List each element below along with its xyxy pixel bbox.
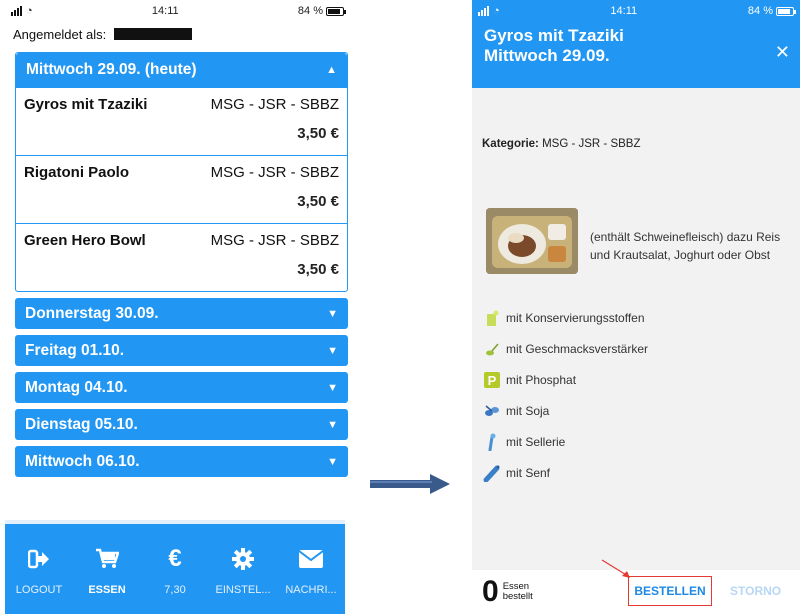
meal-photo xyxy=(486,208,578,274)
battery-icon xyxy=(775,6,796,16)
order-count-label: Essen bestellt xyxy=(502,581,533,602)
nav-label: NACHRI... xyxy=(285,584,337,596)
logout-icon xyxy=(28,546,50,572)
mustard-icon xyxy=(482,463,502,483)
nav-logout[interactable]: LOGOUT xyxy=(7,546,71,596)
day-label: Montag 04.10. xyxy=(25,378,128,396)
additive-item: P mit Phosphat xyxy=(482,364,648,395)
meal-item[interactable]: Green Hero Bowl MSG - JSR - SBBZ 3,50 € xyxy=(16,223,347,291)
caret-down-icon: ▼ xyxy=(327,418,338,431)
nav-essen[interactable]: ESSEN xyxy=(75,546,139,596)
additives-list: mit Konservierungsstoffen mit Geschmacks… xyxy=(482,302,648,488)
additive-item: mit Konservierungsstoffen xyxy=(482,302,648,333)
additive-item: mit Senf xyxy=(482,457,648,488)
day-panel-open: Mittwoch 29.09. (heute) ▲ Gyros mit Tzaz… xyxy=(15,52,348,292)
close-icon[interactable]: ✕ xyxy=(775,42,790,63)
day-header-today[interactable]: Mittwoch 29.09. (heute) ▲ xyxy=(16,53,347,87)
meal-item[interactable]: Gyros mit Tzaziki MSG - JSR - SBBZ 3,50 … xyxy=(16,87,347,155)
bottom-navigation: LOGOUT ESSEN € 7,30 EINSTEL... NACHRI... xyxy=(5,520,345,614)
wifi-icon: ◔ xyxy=(493,5,500,17)
meal-price: 3,50 € xyxy=(297,125,339,142)
nav-label: ESSEN xyxy=(88,584,126,596)
additive-label: mit Sellerie xyxy=(506,434,566,449)
caret-down-icon: ▼ xyxy=(327,307,338,320)
signal-icon xyxy=(478,6,489,16)
detail-body: Kategorie: MSG - JSR - SBBZ (enthält Sch… xyxy=(472,88,800,570)
signal-icon xyxy=(11,6,22,16)
transition-arrow xyxy=(370,474,450,494)
order-button[interactable]: BESTELLEN xyxy=(628,576,712,606)
euro-icon: € xyxy=(168,545,182,572)
additive-item: mit Geschmacksverstärker xyxy=(482,333,648,364)
soy-icon xyxy=(482,401,502,421)
nav-label: EINSTEL... xyxy=(215,584,271,596)
celery-icon xyxy=(482,432,502,452)
meal-description: (enthält Schweinefleisch) dazu Reis und … xyxy=(590,230,781,262)
nav-settings[interactable]: EINSTEL... xyxy=(211,546,275,596)
meal-name: Rigatoni Paolo xyxy=(24,164,129,181)
day-label: Donnerstag 30.09. xyxy=(25,304,159,322)
status-bar: ◔ 14:11 84 % xyxy=(5,0,350,22)
envelope-icon xyxy=(298,546,324,572)
meal-date: Mittwoch 29.09. xyxy=(484,46,610,65)
meal-name: Green Hero Bowl xyxy=(24,232,146,249)
meal-price: 3,50 € xyxy=(297,193,339,210)
additive-label: mit Senf xyxy=(506,465,551,480)
nav-balance[interactable]: € 7,30 xyxy=(143,545,207,596)
day-header-collapsed[interactable]: Montag 04.10. ▼ xyxy=(15,372,348,403)
cart-icon xyxy=(95,546,119,572)
detail-footer: 0 Essen bestellt BESTELLEN STORNO xyxy=(472,559,800,614)
nav-label: 7,30 xyxy=(164,584,186,596)
category-label: Kategorie: xyxy=(482,138,539,150)
redacted-username xyxy=(114,28,193,40)
day-header-collapsed[interactable]: Freitag 01.10. ▼ xyxy=(15,335,348,366)
additive-label: mit Konservierungsstoffen xyxy=(506,310,645,325)
wifi-icon: ◔ xyxy=(26,5,33,17)
phone-screen-meal-detail: ◔ 14:11 84 % Gyros mit Tzaziki Mittwoch … xyxy=(472,0,800,614)
meal-title: Gyros mit Tzaziki xyxy=(484,26,624,45)
login-label: Angemeldet als: xyxy=(13,26,107,42)
meal-item[interactable]: Rigatoni Paolo MSG - JSR - SBBZ 3,50 € xyxy=(16,155,347,223)
gear-icon xyxy=(232,546,254,572)
meal-category: MSG - JSR - SBBZ xyxy=(210,164,339,181)
battery-percent: 84 % xyxy=(747,5,773,17)
day-label: Mittwoch 29.09. (heute) xyxy=(26,61,197,78)
additive-item: mit Sellerie xyxy=(482,426,648,457)
additive-label: mit Phosphat xyxy=(506,372,577,387)
day-label: Freitag 01.10. xyxy=(25,341,125,359)
additive-label: mit Geschmacksverstärker xyxy=(506,341,649,356)
preservative-icon xyxy=(482,308,502,328)
storno-button[interactable]: STORNO xyxy=(730,584,781,598)
day-header-collapsed[interactable]: Mittwoch 06.10. ▼ xyxy=(15,446,348,477)
meal-category: MSG - JSR - SBBZ xyxy=(210,232,339,249)
day-label: Mittwoch 06.10. xyxy=(25,452,140,470)
caret-down-icon: ▼ xyxy=(327,455,338,468)
login-status: Angemeldet als: xyxy=(5,22,350,46)
nav-label: LOGOUT xyxy=(15,584,63,596)
meal-category: MSG - JSR - SBBZ xyxy=(210,96,339,113)
battery-percent: 84 % xyxy=(297,5,323,17)
order-count: 0 xyxy=(482,575,499,608)
caret-down-icon: ▼ xyxy=(327,381,338,394)
flavor-enhancer-icon xyxy=(482,339,502,359)
svg-text:P: P xyxy=(488,373,497,388)
status-time: 14:11 xyxy=(610,5,638,17)
meal-category-line: Kategorie: MSG - JSR - SBBZ xyxy=(482,138,640,150)
day-header-collapsed[interactable]: Dienstag 05.10. ▼ xyxy=(15,409,348,440)
additive-item: mit Soja xyxy=(482,395,648,426)
additive-label: mit Soja xyxy=(506,403,550,418)
day-header-collapsed[interactable]: Donnerstag 30.09. ▼ xyxy=(15,298,348,329)
meal-price: 3,50 € xyxy=(297,261,339,278)
caret-down-icon: ▼ xyxy=(327,344,338,357)
meal-name: Gyros mit Tzaziki xyxy=(24,96,148,113)
status-bar: ◔ 14:11 84 % xyxy=(472,0,800,22)
category-value: MSG - JSR - SBBZ xyxy=(542,138,641,150)
battery-icon xyxy=(325,6,346,16)
caret-up-icon: ▲ xyxy=(326,64,337,76)
day-label: Dienstag 05.10. xyxy=(25,415,138,433)
detail-header: Gyros mit Tzaziki Mittwoch 29.09. ✕ xyxy=(472,22,800,88)
nav-messages[interactable]: NACHRI... xyxy=(279,546,343,596)
phosphate-icon: P xyxy=(482,370,502,390)
status-time: 14:11 xyxy=(151,5,179,17)
